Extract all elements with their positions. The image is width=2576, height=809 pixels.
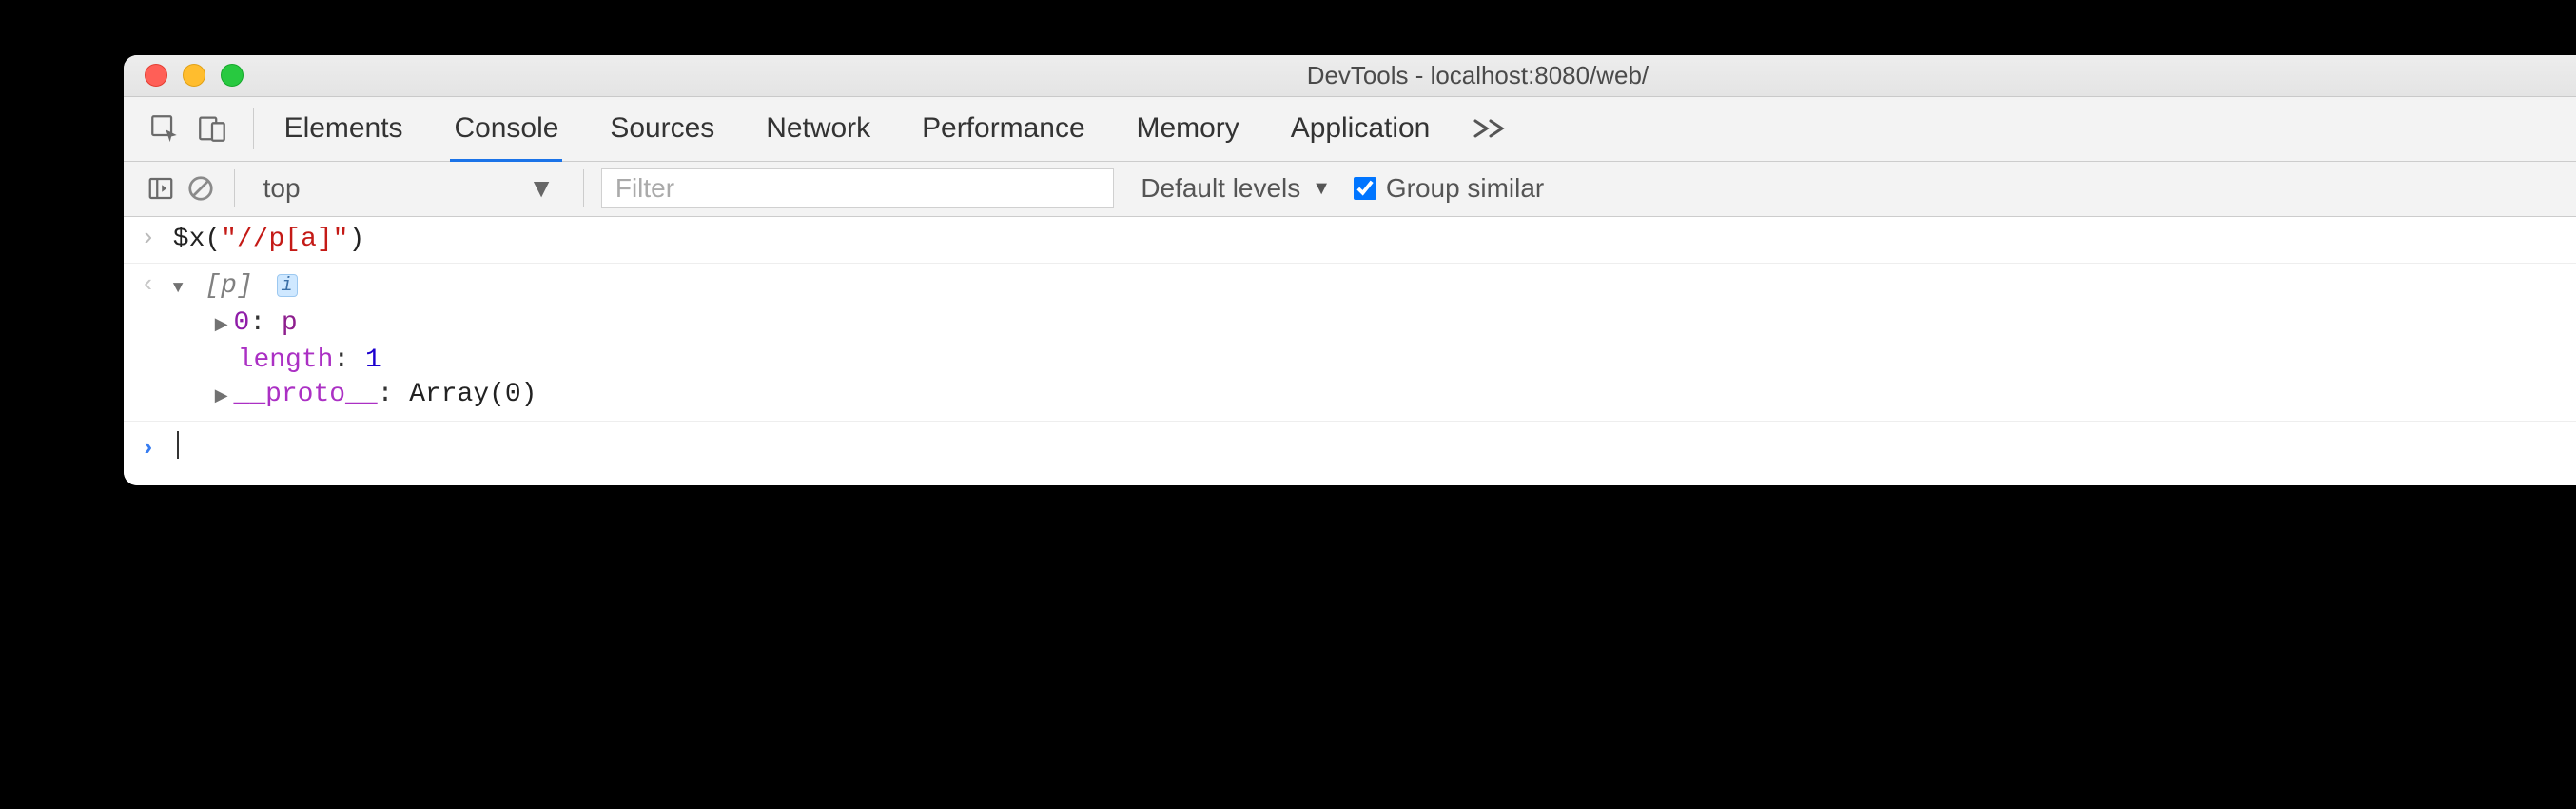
paren-close: ) (348, 225, 364, 254)
context-selector[interactable]: top ▼ (248, 173, 570, 204)
group-similar-checkbox[interactable]: Group similar (1354, 173, 1544, 204)
entry-value: Array(0) (409, 380, 537, 409)
entry-value: 1 (365, 345, 381, 375)
array-preview: [p] (205, 271, 252, 301)
expand-toggle-icon[interactable] (215, 380, 228, 409)
window-title: DevTools - localhost:8080/web/ (124, 61, 2576, 90)
clear-console-icon[interactable] (181, 168, 221, 208)
input-marker-icon: › (141, 223, 173, 255)
close-window-button[interactable] (145, 64, 167, 87)
tab-memory[interactable]: Memory (1133, 99, 1243, 158)
window-controls (145, 64, 244, 87)
string-arg: "//p[a]" (221, 225, 348, 254)
array-entry[interactable]: 0: p (215, 306, 2576, 344)
chevron-down-icon: ▼ (528, 173, 555, 204)
panel-tabbar: Elements Console Sources Network Perform… (124, 97, 2576, 162)
log-levels-selector[interactable]: Default levels ▼ (1141, 173, 1331, 204)
zoom-window-button[interactable] (221, 64, 244, 87)
inspect-element-icon[interactable] (141, 108, 188, 149)
console-body: › $x("//p[a]") ‹ [p] i 0: p length: 1 (124, 217, 2576, 486)
entry-key: __proto__ (234, 380, 378, 409)
expand-toggle-icon[interactable] (173, 271, 184, 301)
output-marker-icon: ‹ (141, 269, 173, 302)
tab-application[interactable]: Application (1287, 99, 1434, 158)
minimize-window-button[interactable] (183, 64, 205, 87)
expand-toggle-icon[interactable] (215, 308, 228, 338)
entry-key: 0 (234, 308, 250, 338)
console-prompt-row[interactable]: › (124, 422, 2576, 486)
console-input-row: › $x("//p[a]") (124, 217, 2576, 264)
text-cursor (177, 431, 179, 460)
console-prompt-input[interactable] (173, 431, 2576, 467)
console-toolbar: top ▼ Default levels ▼ Group similar (124, 162, 2576, 217)
divider (234, 169, 235, 207)
toggle-sidebar-icon[interactable] (141, 168, 181, 208)
array-entry[interactable]: __proto__: Array(0) (215, 378, 2576, 415)
titlebar: DevTools - localhost:8080/web/ (124, 55, 2576, 97)
entry-key: length (238, 345, 334, 375)
entry-value: p (282, 308, 298, 338)
divider (583, 169, 584, 207)
group-similar-input[interactable] (1354, 177, 1376, 200)
panel-tabs: Elements Console Sources Network Perform… (281, 99, 1434, 158)
prompt-marker-icon: › (141, 433, 173, 465)
tab-network[interactable]: Network (762, 99, 874, 158)
console-command: $x("//p[a]") (173, 223, 2576, 257)
group-similar-label: Group similar (1386, 173, 1544, 204)
log-levels-label: Default levels (1141, 173, 1300, 204)
console-result-row: ‹ [p] i 0: p length: 1 __proto__: Array(… (124, 264, 2576, 421)
info-badge-icon[interactable]: i (277, 274, 298, 297)
tab-performance[interactable]: Performance (918, 99, 1089, 158)
tab-sources[interactable]: Sources (606, 99, 718, 158)
more-tabs-icon[interactable] (1473, 117, 1510, 140)
array-entry[interactable]: length: 1 (215, 344, 2576, 378)
chevron-down-icon: ▼ (1312, 178, 1331, 200)
context-label: top (263, 173, 301, 204)
fn-name: $x (173, 225, 205, 254)
device-toolbar-icon[interactable] (188, 108, 236, 149)
tab-elements[interactable]: Elements (281, 99, 407, 158)
divider (253, 108, 254, 149)
paren-open: ( (205, 225, 221, 254)
console-result[interactable]: [p] i 0: p length: 1 __proto__: Array(0) (173, 269, 2576, 415)
devtools-window: DevTools - localhost:8080/web/ Elements … (124, 55, 2576, 486)
tab-console[interactable]: Console (450, 99, 562, 162)
filter-input[interactable] (601, 168, 1114, 208)
array-children: 0: p length: 1 __proto__: Array(0) (173, 306, 2576, 415)
